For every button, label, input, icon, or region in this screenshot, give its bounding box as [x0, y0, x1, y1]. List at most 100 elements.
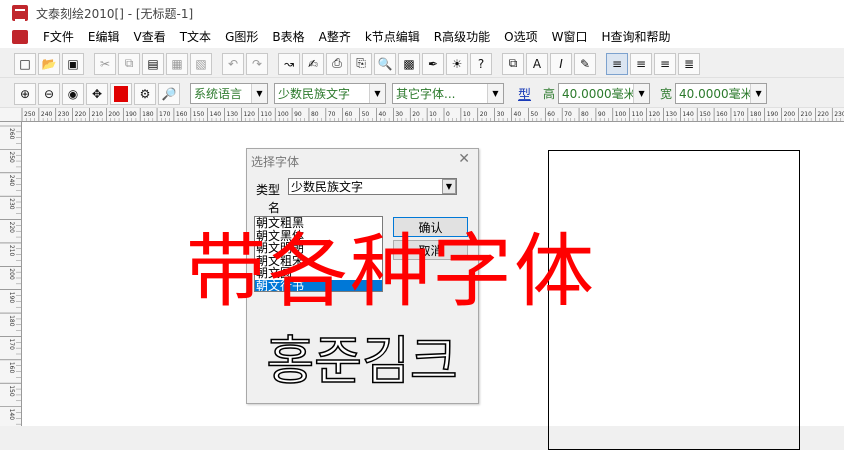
chevron-down-icon: ▼ [750, 84, 767, 103]
height-input[interactable]: 40.0000毫米 ▼ [558, 83, 651, 104]
menu-arrange[interactable]: A整齐 [312, 26, 358, 48]
ruler-label: 190 [767, 111, 779, 118]
title-bar: 文泰刻绘2010[] - [无标题-1] [0, 0, 844, 26]
dialog-title: 选择字体 [251, 155, 300, 169]
ruler-label: 190 [8, 292, 15, 304]
align-right-icon[interactable]: ≡ [654, 52, 676, 75]
ruler-label: 210 [92, 111, 104, 118]
color-fill-icon[interactable] [110, 82, 132, 105]
font-language-select[interactable]: 系统语言 ▼ [190, 83, 268, 104]
chevron-down-icon: ▼ [369, 84, 385, 103]
watermark-overlay-text: 带各种字体 [186, 225, 596, 318]
chevron-down-icon: ▼ [487, 84, 503, 103]
node-tool-icon[interactable]: ⧉ [502, 52, 524, 75]
align-left-icon[interactable]: ≡ [606, 52, 628, 75]
ruler-label: 100 [277, 111, 289, 118]
ruler-label: 40 [514, 111, 522, 118]
print-preview-icon[interactable]: 🔍 [374, 52, 396, 75]
ruler-label: 40 [378, 111, 386, 118]
font-category-select[interactable]: 少数民族文字 ▼ [274, 83, 386, 104]
save-icon[interactable]: ▣ [62, 52, 84, 75]
menu-text[interactable]: T文本 [173, 26, 218, 48]
ruler-label: 210 [800, 111, 812, 118]
width-label: 宽 [660, 87, 673, 101]
menu-file[interactable]: F文件 [36, 26, 81, 48]
menu-window[interactable]: W窗口 [545, 26, 595, 48]
ruler-label: 90 [294, 111, 302, 118]
ruler-label: 80 [311, 111, 319, 118]
ruler-label: 130 [665, 111, 677, 118]
zoom-in-icon[interactable]: ⊕ [14, 82, 36, 105]
menu-view[interactable]: V查看 [127, 26, 173, 48]
zoom-out-icon[interactable]: ⊖ [38, 82, 60, 105]
redo-icon[interactable]: ↷ [246, 52, 268, 75]
ruler-label: 180 [750, 111, 762, 118]
ruler-label: 190 [125, 111, 137, 118]
ruler-label: 10 [463, 111, 471, 118]
ruler-label: 150 [8, 385, 15, 397]
type-button[interactable]: 型 [518, 84, 531, 103]
copy-icon[interactable]: ⧉ [118, 52, 140, 75]
menu-table[interactable]: B表格 [265, 26, 311, 48]
help-icon[interactable]: ? [470, 52, 492, 75]
ruler-label: 110 [260, 111, 272, 118]
ruler-label: 100 [615, 111, 627, 118]
cut-icon[interactable]: ✂ [94, 52, 116, 75]
menu-advanced[interactable]: R高级功能 [427, 26, 497, 48]
menu-node-edit[interactable]: k节点编辑 [358, 26, 427, 48]
chevron-down-icon: ▼ [251, 84, 267, 103]
cut-plot-icon[interactable]: ⎘ [350, 52, 372, 75]
new-file-icon[interactable]: □ [14, 52, 36, 75]
menu-edit[interactable]: E编辑 [81, 26, 127, 48]
width-input[interactable]: 40.0000毫米 ▼ [675, 83, 768, 104]
ruler-label: 20 [412, 111, 420, 118]
export-icon[interactable]: ✍ [302, 52, 324, 75]
menu-graphics[interactable]: G图形 [218, 26, 265, 48]
ruler-label: 130 [227, 111, 239, 118]
ruler-label: 140 [682, 111, 694, 118]
document-menu-icon[interactable] [12, 30, 28, 44]
print-icon[interactable]: ⎙ [326, 52, 348, 75]
align-justify-icon[interactable]: ≣ [678, 52, 700, 75]
paste-icon[interactable]: ▤ [142, 52, 164, 75]
ruler-label: 230 [58, 111, 70, 118]
ruler-label: 120 [649, 111, 661, 118]
ruler-label: 240 [41, 111, 53, 118]
horizontal-ruler: 250 240 230 220 210 200 190 180 170 160 150 140 130 1… [0, 108, 844, 122]
lightbulb-icon[interactable]: ☀ [446, 52, 468, 75]
ruler-label: 0 [446, 111, 450, 118]
import-icon[interactable]: ↝ [278, 52, 300, 75]
text-a-icon[interactable]: A [526, 52, 548, 75]
align-center-icon[interactable]: ≡ [630, 52, 652, 75]
italic-icon[interactable]: I [550, 52, 572, 75]
text-toolbar: ⊕ ⊖ ◉ ✥ ⚙ 🔎 系统语言 ▼ 少数民族文字 ▼ 其它字体... ▼ 型 … [0, 80, 844, 108]
ruler-label: 150 [193, 111, 205, 118]
zoom-selection-icon[interactable]: ⚙ [134, 82, 156, 105]
frame-icon[interactable]: ▩ [398, 52, 420, 75]
ruler-label: 230 [834, 111, 844, 118]
standard-toolbar: □ 📂 ▣ ✂ ⧉ ▤ ▦ ▧ ↶ ↷ ↝ ✍ ⎙ ⎘ 🔍 ▩ ✒ ☀ ? ⧉ … [0, 50, 844, 78]
clone-icon[interactable]: ▧ [190, 52, 212, 75]
menu-options[interactable]: O选项 [497, 26, 544, 48]
zoom-all-icon[interactable]: 🔎 [158, 82, 180, 105]
ruler-label: 30 [395, 111, 403, 118]
close-icon[interactable]: ✕ [458, 151, 470, 167]
ruler-label: 150 [699, 111, 711, 118]
font-name-select[interactable]: 其它字体... ▼ [392, 83, 504, 104]
ruler-label: 160 [716, 111, 728, 118]
ruler-label: 140 [210, 111, 222, 118]
ruler-label: 110 [632, 111, 644, 118]
menu-bar: F文件 E编辑 V查看 T文本 G图形 B表格 A整齐 k节点编辑 R高级功能 … [0, 26, 844, 48]
font-type-select[interactable]: 少数民族文字 ▼ [288, 178, 457, 195]
window-title: 文泰刻绘2010[] - [无标题-1] [36, 6, 194, 21]
pan-icon[interactable]: ✥ [86, 82, 108, 105]
open-folder-icon[interactable]: 📂 [38, 52, 60, 75]
type-label: 类型 [256, 183, 281, 197]
pen-tool-icon[interactable]: ✒ [422, 52, 444, 75]
menu-help[interactable]: H查询和帮助 [594, 26, 677, 48]
ruler-label: 250 [24, 111, 36, 118]
undo-icon[interactable]: ↶ [222, 52, 244, 75]
text-edit-icon[interactable]: ✎ [574, 52, 596, 75]
zoom-page-icon[interactable]: ◉ [62, 82, 84, 105]
paste-special-icon[interactable]: ▦ [166, 52, 188, 75]
